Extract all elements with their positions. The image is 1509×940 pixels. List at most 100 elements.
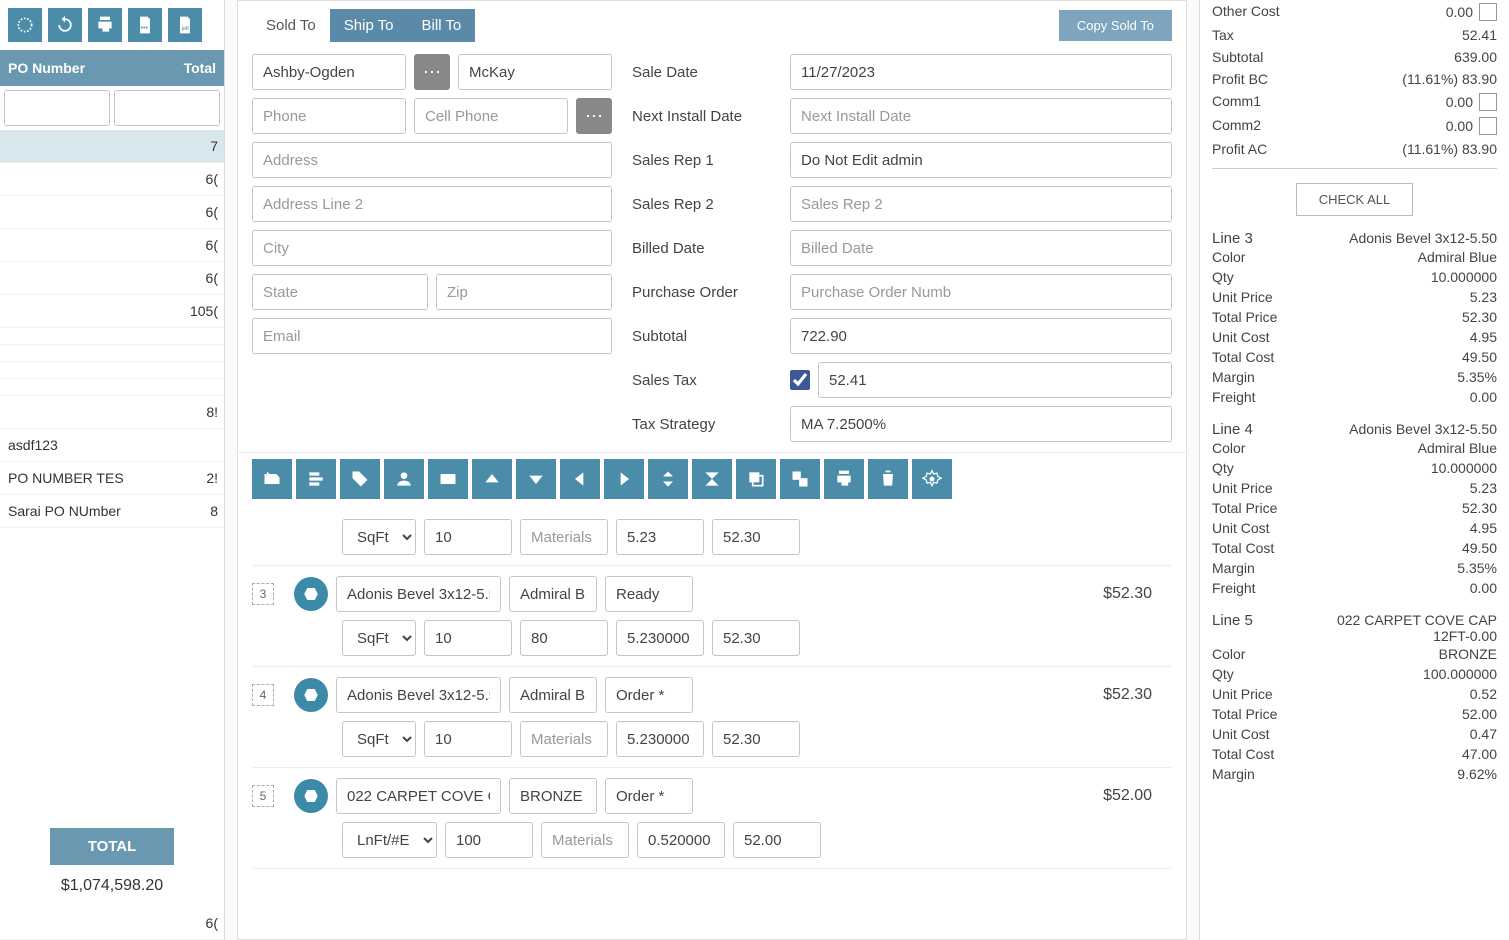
unit-select[interactable]: SqFt <box>342 519 416 555</box>
unit-price-field[interactable] <box>616 519 704 555</box>
ext-price-field[interactable] <box>712 519 800 555</box>
qty-field[interactable] <box>424 721 512 757</box>
materials-field[interactable] <box>520 620 608 656</box>
po-row[interactable]: asdf123 <box>0 429 224 462</box>
materials-field[interactable] <box>520 721 608 757</box>
status-field[interactable] <box>605 778 693 814</box>
qty-field[interactable] <box>424 519 512 555</box>
po-row[interactable]: 6( <box>0 262 224 295</box>
next-icon[interactable] <box>604 459 644 499</box>
color-field[interactable] <box>509 677 597 713</box>
print-line-icon[interactable] <box>824 459 864 499</box>
add-line-icon[interactable] <box>252 459 292 499</box>
unit-select[interactable]: SqFt <box>342 620 416 656</box>
ext-price-field[interactable] <box>733 822 821 858</box>
tax-field[interactable] <box>818 362 1172 398</box>
ship-cell-field[interactable] <box>414 98 568 134</box>
po-row[interactable] <box>0 379 224 396</box>
tab-bill-to[interactable]: Bill To <box>408 9 476 42</box>
po-filter-total[interactable] <box>114 90 220 126</box>
summary-checkbox[interactable] <box>1479 3 1497 21</box>
sort-icon[interactable] <box>648 459 688 499</box>
po-row[interactable]: 8! <box>0 396 224 429</box>
po-field[interactable] <box>790 274 1172 310</box>
move-up-icon[interactable] <box>472 459 512 499</box>
tab-sold-to[interactable]: Sold To <box>252 9 330 42</box>
color-field[interactable] <box>509 778 597 814</box>
color-field[interactable] <box>509 576 597 612</box>
insert-line-icon[interactable] <box>296 459 336 499</box>
settings-icon[interactable] <box>912 459 952 499</box>
product-field[interactable] <box>336 576 501 612</box>
ship-state-field[interactable] <box>252 274 428 310</box>
ship-phone-field[interactable] <box>252 98 406 134</box>
ext-price-field[interactable] <box>712 620 800 656</box>
unit-price-field[interactable] <box>616 721 704 757</box>
duplicate-icon[interactable] <box>780 459 820 499</box>
po-row[interactable] <box>0 345 224 362</box>
pdf-icon[interactable]: pdf <box>168 8 202 42</box>
subtotal-field[interactable] <box>790 318 1172 354</box>
copy-sold-to-button[interactable]: Copy Sold To <box>1059 10 1172 41</box>
product-icon[interactable] <box>294 779 328 813</box>
po-row[interactable]: Sarai PO NUmber8 <box>0 495 224 528</box>
tag-icon[interactable] <box>340 459 380 499</box>
check-all-button[interactable]: CHECK ALL <box>1296 183 1414 216</box>
po-extra-row[interactable]: 6( <box>130 907 224 939</box>
ship-name1-field[interactable] <box>252 54 406 90</box>
unit-price-field[interactable] <box>637 822 725 858</box>
po-row[interactable] <box>0 328 224 345</box>
ship-name2-field[interactable] <box>458 54 612 90</box>
strategy-field[interactable] <box>790 406 1172 442</box>
new-icon[interactable] <box>8 8 42 42</box>
qty-field[interactable] <box>445 822 533 858</box>
po-row[interactable]: PO NUMBER TES2! <box>0 462 224 495</box>
lookup-cell-icon[interactable]: ⋯ <box>576 98 612 134</box>
delete-icon[interactable] <box>868 459 908 499</box>
copy-icon[interactable] <box>736 459 776 499</box>
product-field[interactable] <box>336 677 501 713</box>
summary-checkbox[interactable] <box>1479 117 1497 135</box>
user-icon[interactable] <box>384 459 424 499</box>
print-icon[interactable] <box>88 8 122 42</box>
next-install-field[interactable] <box>790 98 1172 134</box>
po-row[interactable]: 105( <box>0 295 224 328</box>
product-icon[interactable] <box>294 678 328 712</box>
po-row[interactable]: 6( <box>0 163 224 196</box>
product-field[interactable] <box>336 778 501 814</box>
qty-field[interactable] <box>424 620 512 656</box>
po-header-total[interactable]: Total <box>130 50 224 86</box>
materials-field[interactable] <box>541 822 629 858</box>
ship-email-field[interactable] <box>252 318 612 354</box>
rep1-field[interactable] <box>790 142 1172 178</box>
ship-zip-field[interactable] <box>436 274 612 310</box>
status-field[interactable] <box>605 576 693 612</box>
unit-select[interactable]: SqFt <box>342 721 416 757</box>
collapse-icon[interactable] <box>692 459 732 499</box>
ext-price-field[interactable] <box>712 721 800 757</box>
unit-price-field[interactable] <box>616 620 704 656</box>
status-field[interactable] <box>605 677 693 713</box>
po-header-number[interactable]: PO Number <box>0 50 130 86</box>
rep2-field[interactable] <box>790 186 1172 222</box>
unit-select[interactable]: LnFt/#E <box>342 822 437 858</box>
card-icon[interactable] <box>428 459 468 499</box>
prev-icon[interactable] <box>560 459 600 499</box>
move-down-icon[interactable] <box>516 459 556 499</box>
refresh-icon[interactable] <box>48 8 82 42</box>
po-row[interactable] <box>0 362 224 379</box>
po-row[interactable]: 7 <box>0 130 224 163</box>
po-row[interactable]: 6( <box>0 196 224 229</box>
billed-field[interactable] <box>790 230 1172 266</box>
tab-ship-to[interactable]: Ship To <box>330 9 408 42</box>
tax-checkbox[interactable] <box>790 370 810 390</box>
po-filter-number[interactable] <box>4 90 110 126</box>
sale-date-field[interactable] <box>790 54 1172 90</box>
po-row[interactable]: 6( <box>0 229 224 262</box>
lookup-name-icon[interactable]: ⋯ <box>414 54 450 90</box>
csv-icon[interactable] <box>128 8 162 42</box>
ship-city-field[interactable] <box>252 230 612 266</box>
materials-field[interactable] <box>520 519 608 555</box>
ship-address2-field[interactable] <box>252 186 612 222</box>
ship-address-field[interactable] <box>252 142 612 178</box>
